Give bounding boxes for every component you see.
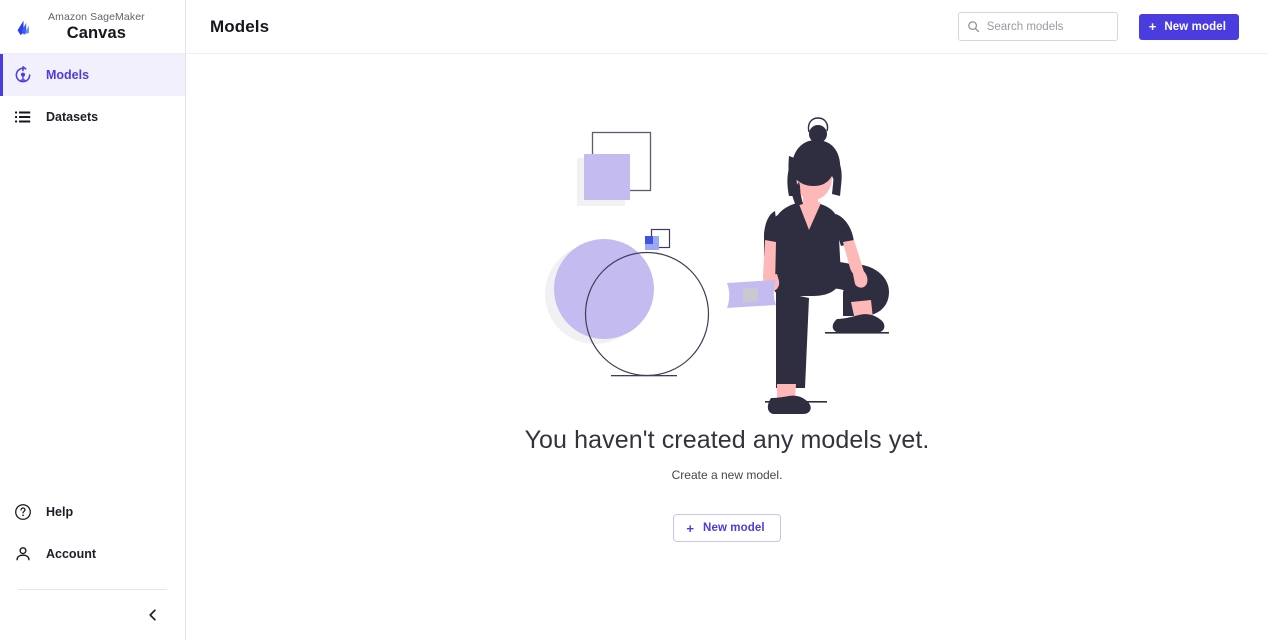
- new-model-button-header[interactable]: + New model: [1138, 13, 1239, 40]
- new-model-button-header-label: New model: [1164, 20, 1226, 33]
- page-title: Models: [210, 16, 270, 36]
- plus-icon: +: [686, 520, 695, 536]
- new-model-button-empty-state-label: New model: [703, 522, 765, 534]
- plus-icon: +: [1148, 19, 1157, 34]
- brand-header: Amazon SageMaker Canvas: [0, 0, 185, 54]
- main-area: Models + New model: [186, 0, 1268, 640]
- empty-state: You haven't created any models yet. Crea…: [186, 54, 1268, 640]
- empty-state-subtitle: Create a new model.: [671, 468, 783, 482]
- sidebar: Amazon SageMaker Canvas Models Datasets …: [0, 0, 186, 640]
- sidebar-bottom: Help Account: [0, 491, 185, 640]
- sidebar-item-models-label: Models: [46, 68, 90, 82]
- brand-subtitle: Amazon SageMaker: [48, 10, 145, 23]
- top-bar: Models + New model: [186, 0, 1268, 54]
- question-circle-icon: [13, 503, 32, 522]
- brand-text: Amazon SageMaker Canvas: [48, 10, 151, 42]
- person-icon: [13, 545, 32, 564]
- sidebar-item-account-label: Account: [46, 547, 96, 561]
- sidebar-item-help[interactable]: Help: [0, 491, 185, 533]
- sidebar-item-help-label: Help: [46, 505, 74, 519]
- search-models-box[interactable]: [957, 12, 1118, 41]
- model-target-icon: [13, 66, 32, 85]
- sidebar-item-account[interactable]: Account: [0, 533, 185, 575]
- sidebar-item-datasets[interactable]: Datasets: [0, 96, 185, 138]
- brand-title: Canvas: [66, 24, 127, 42]
- collapse-row: [0, 590, 185, 640]
- sidebar-nav: Models Datasets: [0, 54, 185, 138]
- list-icon: [13, 108, 32, 127]
- search-input[interactable]: [986, 20, 1109, 33]
- search-icon: [967, 20, 980, 33]
- chevron-left-icon[interactable]: [143, 605, 163, 625]
- sagemaker-logo-icon: [17, 20, 29, 35]
- new-model-button-empty-state[interactable]: + New model: [673, 514, 781, 542]
- sidebar-item-models[interactable]: Models: [0, 54, 185, 96]
- person-with-abstract-shapes-illustration: [545, 117, 889, 414]
- app-root: Amazon SageMaker Canvas Models Datasets …: [0, 0, 1268, 640]
- empty-state-title: You haven't created any models yet.: [524, 426, 930, 454]
- sidebar-item-datasets-label: Datasets: [46, 110, 99, 124]
